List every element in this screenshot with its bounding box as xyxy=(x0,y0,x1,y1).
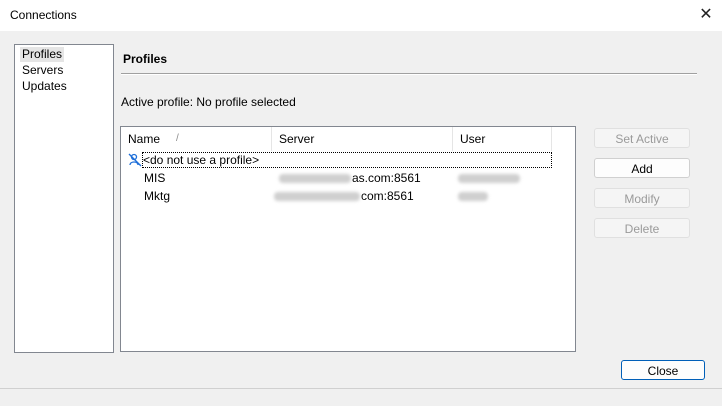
delete-button[interactable]: Delete xyxy=(594,218,690,238)
window-bottom-edge xyxy=(0,388,722,389)
nav-item-updates[interactable]: Updates xyxy=(20,79,69,94)
section-divider xyxy=(121,73,697,75)
table-row[interactable]: <do not use a profile> xyxy=(121,152,552,171)
row-server-cell: com:8561 xyxy=(274,188,414,204)
settings-nav-list[interactable]: Profiles Servers Updates xyxy=(14,44,114,353)
column-header-label: Server xyxy=(279,132,315,146)
section-title: Profiles xyxy=(123,52,168,66)
column-header-name[interactable]: Name / xyxy=(121,127,272,151)
row-name-cell: <do not use a profile> xyxy=(142,152,552,168)
redacted-text xyxy=(458,192,488,202)
close-button[interactable]: Close xyxy=(621,360,705,380)
row-user-cell xyxy=(458,188,489,204)
modify-button[interactable]: Modify xyxy=(594,188,690,208)
redacted-text xyxy=(458,174,520,184)
window-title: Connections xyxy=(10,8,77,22)
close-icon[interactable]: ✕ xyxy=(694,4,718,26)
column-header-server[interactable]: Server xyxy=(272,127,453,151)
nav-item-servers[interactable]: Servers xyxy=(20,63,65,78)
redacted-text xyxy=(279,174,351,184)
row-server-text: as.com:8561 xyxy=(352,171,421,185)
column-header-label: Name xyxy=(128,132,161,146)
column-header-label: User xyxy=(460,132,486,146)
row-server-cell: as.com:8561 xyxy=(279,170,421,186)
row-name-cell: MIS xyxy=(144,171,166,185)
table-row[interactable]: Mktg com:8561 xyxy=(121,188,551,204)
active-profile-label: Active profile: No profile selected xyxy=(121,95,296,109)
set-active-button[interactable]: Set Active xyxy=(594,128,690,148)
column-header-user[interactable]: User xyxy=(453,127,552,151)
title-bar: Connections ✕ xyxy=(0,0,722,31)
row-name-cell: Mktg xyxy=(144,189,171,203)
table-row[interactable]: MIS as.com:8561 xyxy=(121,170,551,186)
nav-item-profiles[interactable]: Profiles xyxy=(20,47,65,62)
no-profile-icon xyxy=(128,153,142,171)
add-button[interactable]: Add xyxy=(594,158,690,178)
sort-indicator: / xyxy=(176,133,179,144)
row-server-text: com:8561 xyxy=(361,189,414,203)
profiles-list[interactable]: Name / Server User <do not use a profile… xyxy=(120,126,576,352)
redacted-text xyxy=(274,192,360,202)
row-user-cell xyxy=(458,170,521,186)
